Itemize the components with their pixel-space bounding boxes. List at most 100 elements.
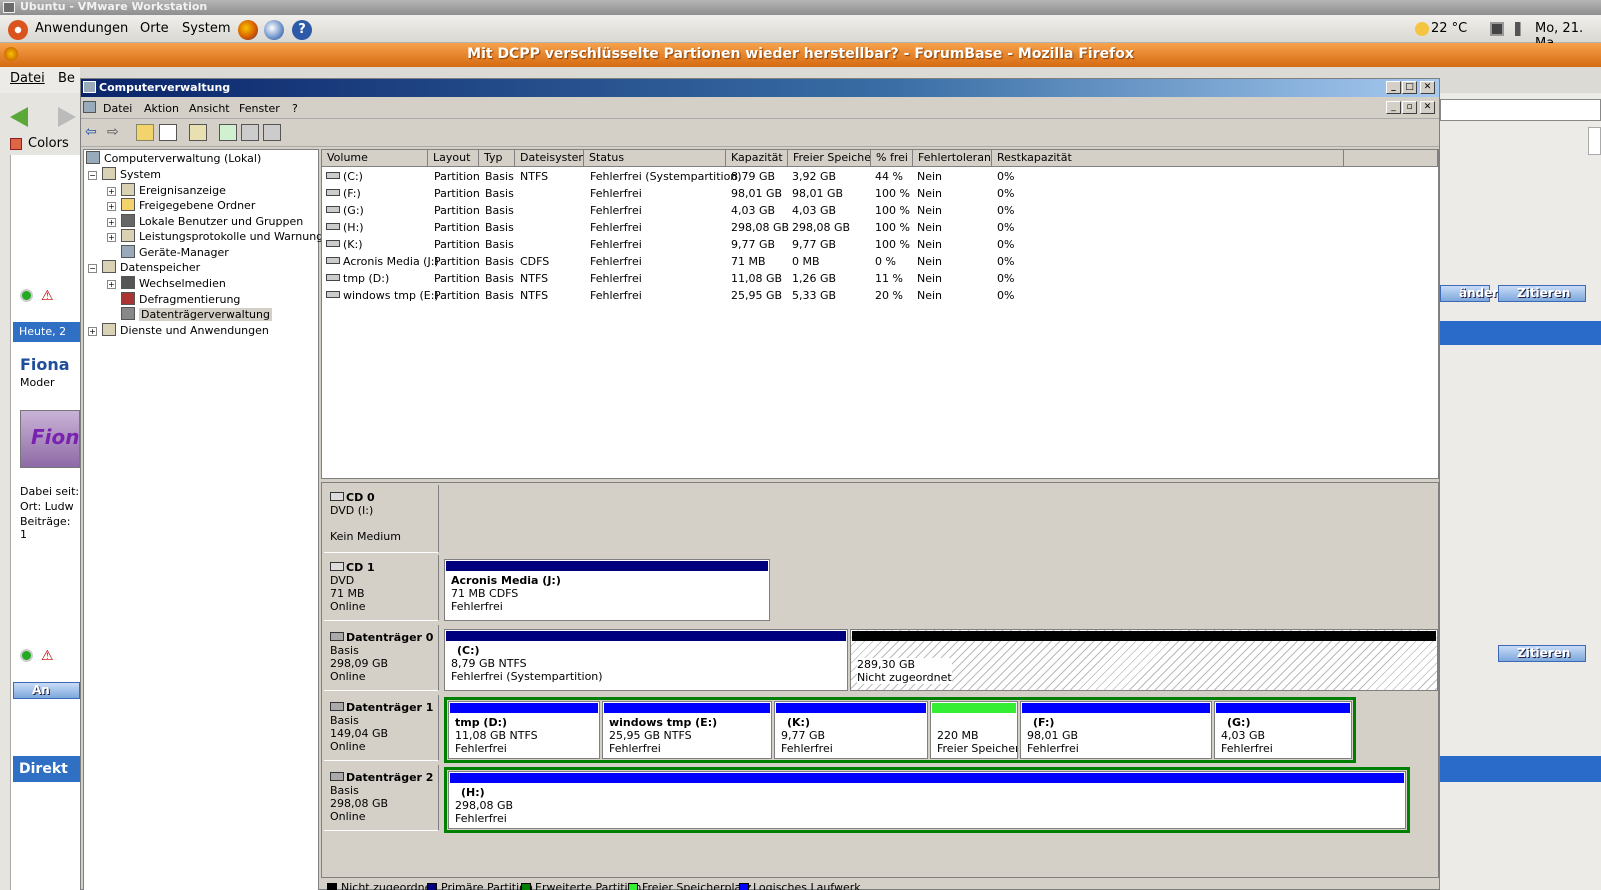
column-header-filesystem[interactable]: Dateisystem (515, 150, 584, 167)
column-header-layout[interactable]: Layout (428, 150, 479, 167)
refresh-icon[interactable] (219, 124, 237, 141)
tree-item-users-groups[interactable]: Lokale Benutzer und Gruppen (121, 214, 303, 230)
forward-icon[interactable] (58, 107, 76, 127)
help-icon[interactable]: ? (292, 20, 312, 40)
partition-g[interactable]: (G:) 4,03 GB Fehlerfrei (1214, 701, 1352, 759)
column-header-type[interactable]: Typ (479, 150, 515, 167)
minimize-button[interactable]: _ (1386, 81, 1401, 94)
computer-icon[interactable] (83, 101, 96, 113)
volume-name[interactable]: tmp (D:) (326, 270, 389, 287)
menu-ansicht[interactable]: Ansicht (189, 102, 230, 115)
menu-datei[interactable]: Datei (10, 71, 45, 86)
tree-item-performance-logs[interactable]: Leistungsprotokolle und Warnungen (121, 229, 337, 245)
menu-fenster[interactable]: Fenster (239, 102, 280, 115)
system-menu[interactable]: System (182, 21, 230, 36)
partition-h[interactable]: (H:) 298,08 GB Fehlerfrei (448, 771, 1406, 829)
collapse-icon[interactable]: − (88, 171, 97, 180)
column-header-fault-tolerance[interactable]: Fehlertoleranz (913, 150, 992, 167)
quote-button[interactable]: Zitieren (1498, 285, 1586, 302)
partition-k[interactable]: (K:) 9,77 GB Fehlerfrei (774, 701, 928, 759)
close-button[interactable]: ✕ (1420, 81, 1435, 94)
disk-label-disk0[interactable]: Datenträger 0 Basis 298,09 GB Online (324, 625, 439, 691)
post-author[interactable]: Fiona (20, 355, 70, 374)
settings-icon[interactable] (263, 124, 281, 141)
partition-e[interactable]: windows tmp (E:) 25,95 GB NTFS Fehlerfrei (602, 701, 772, 759)
collapse-icon[interactable]: − (88, 264, 97, 273)
child-restore-button[interactable]: ▫ (1402, 101, 1417, 114)
firefox-launcher-icon[interactable] (238, 20, 258, 40)
tree-item-storage[interactable]: Datenspeicher (102, 260, 200, 276)
export-icon[interactable] (241, 124, 259, 141)
tree-item-device-manager[interactable]: Geräte-Manager (121, 245, 229, 261)
places-menu[interactable]: Orte (140, 21, 169, 36)
volume-name[interactable]: Acronis Media (J:) (326, 253, 439, 270)
expand-icon[interactable]: + (107, 218, 116, 227)
expand-icon[interactable]: + (88, 327, 97, 336)
disk-label-disk1[interactable]: Datenträger 1 Basis 149,04 GB Online (324, 695, 439, 761)
menu-aktion[interactable]: Aktion (144, 102, 179, 115)
expand-icon[interactable]: + (107, 233, 116, 242)
applications-menu[interactable]: Anwendungen (35, 21, 128, 36)
volume-name[interactable]: (G:) (326, 202, 364, 219)
answer-button[interactable]: An (13, 682, 80, 699)
column-header-percent-free[interactable]: % frei (871, 150, 913, 167)
volume-icon[interactable] (1515, 22, 1529, 36)
volume-name[interactable]: (K:) (326, 236, 363, 253)
side-scroll[interactable] (1588, 127, 1601, 155)
tree-item-removable-media[interactable]: Wechselmedien (121, 276, 226, 292)
tree-item-system[interactable]: System (102, 167, 161, 183)
forward-icon[interactable]: ⇨ (106, 124, 124, 141)
volume-name[interactable]: (C:) (326, 168, 363, 185)
disk-label-cd0[interactable]: CD 0 DVD (I:) Kein Medium (324, 485, 439, 553)
column-header-free[interactable]: Freier Speicher (788, 150, 871, 167)
volume-name[interactable]: windows tmp (E:) (326, 287, 439, 304)
disk-label-cd1[interactable]: CD 1 DVD 71 MB Online (324, 555, 439, 621)
tree-item-shared-folders[interactable]: Freigegebene Ordner (121, 198, 255, 214)
volume-name[interactable]: (F:) (326, 185, 361, 202)
up-folder-icon[interactable] (136, 124, 154, 141)
colors-checkbox[interactable] (10, 138, 22, 150)
volume-name[interactable]: (H:) (326, 219, 364, 236)
maximize-button[interactable]: □ (1402, 81, 1417, 94)
menu-help[interactable]: ? (292, 102, 298, 115)
show-tree-icon[interactable] (159, 124, 177, 141)
column-header-volume[interactable]: Volume (322, 150, 428, 167)
expand-icon[interactable]: + (107, 187, 116, 196)
column-header-capacity[interactable]: Kapazität (726, 150, 788, 167)
direct-answer-bar: Direkt a (13, 756, 80, 803)
menu-bearbeiten[interactable]: Be (58, 71, 75, 86)
ubuntu-logo-icon[interactable] (8, 20, 28, 40)
tree-item-services[interactable]: Dienste und Anwendungen (102, 323, 269, 339)
warning-icon[interactable]: ⚠ (41, 648, 54, 664)
tree-item-computer[interactable]: Computerverwaltung (Lokal) (86, 151, 261, 167)
weather-temp[interactable]: 22 °C (1431, 21, 1467, 36)
tree-item-event-viewer[interactable]: Ereignisanzeige (121, 183, 226, 199)
legend-extended: Erweiterte Partition (535, 881, 642, 890)
disk-label-disk2[interactable]: Datenträger 2 Basis 298,08 GB Online (324, 765, 439, 831)
partition-acronis-media[interactable]: Acronis Media (J:) 71 MB CDFS Fehlerfrei (444, 559, 770, 621)
back-icon[interactable]: ⇦ (84, 124, 102, 141)
warning-icon[interactable]: ⚠ (41, 288, 54, 304)
free-space[interactable]: 220 MB Freier Speicherp (930, 701, 1018, 759)
unallocated-space[interactable]: 289,30 GB Nicht zugeordnet (850, 629, 1438, 691)
column-header-overhead[interactable]: Restkapazität (992, 150, 1344, 167)
edit-button[interactable]: ändern (1440, 285, 1507, 302)
network-icon[interactable] (1490, 22, 1504, 36)
tree-item-defrag[interactable]: Defragmentierung (121, 292, 240, 308)
column-header-status[interactable]: Status (584, 150, 726, 167)
firefox-window-icon[interactable] (4, 47, 18, 61)
expand-icon[interactable]: + (107, 280, 116, 289)
partition-c[interactable]: (C:) 8,79 GB NTFS Fehlerfrei (Systempartit… (444, 629, 848, 691)
quote-button-2[interactable]: Zitieren (1498, 645, 1586, 662)
expand-icon[interactable]: + (107, 202, 116, 211)
url-field[interactable] (1440, 99, 1601, 121)
child-close-button[interactable]: ✕ (1420, 101, 1435, 114)
properties-icon[interactable] (189, 124, 207, 141)
back-icon[interactable] (10, 107, 28, 127)
partition-d[interactable]: tmp (D:) 11,08 GB NTFS Fehlerfrei (448, 701, 600, 759)
tree-item-disk-management[interactable]: Datenträgerverwaltung (121, 307, 272, 323)
partition-f[interactable]: (F:) 98,01 GB Fehlerfrei (1020, 701, 1212, 759)
thunderbird-launcher-icon[interactable] (264, 20, 284, 40)
child-minimize-button[interactable]: _ (1386, 101, 1401, 114)
menu-datei[interactable]: Datei (103, 102, 132, 115)
